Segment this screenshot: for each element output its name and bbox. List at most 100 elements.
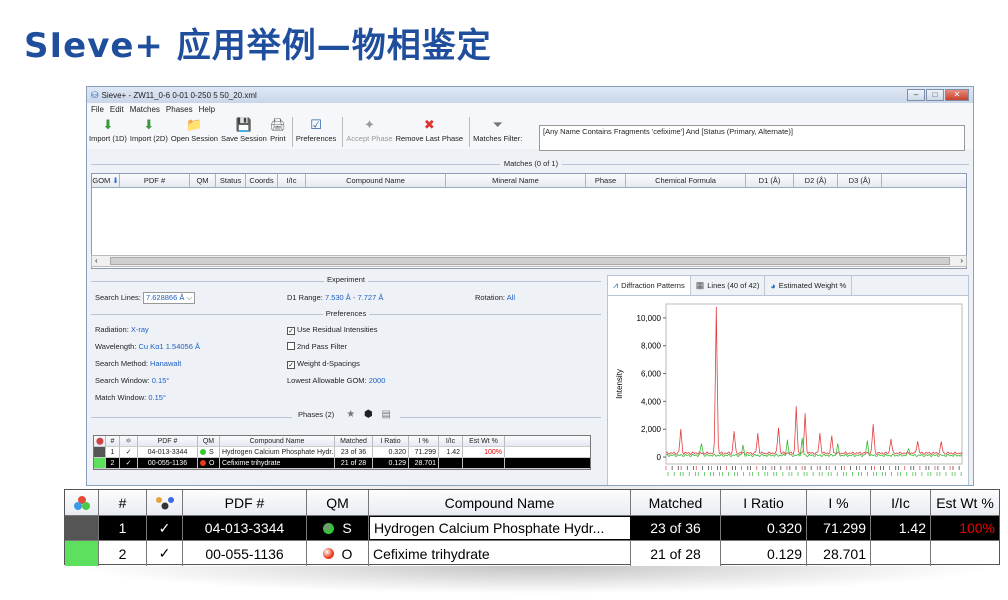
checkbox-unchecked-icon[interactable] (287, 342, 295, 350)
diffraction-icon: ⩘ (613, 280, 619, 290)
column-header[interactable]: Compound Name (306, 174, 446, 187)
scroll-right-icon[interactable]: › (960, 256, 963, 265)
filter-button[interactable]: ⏷ Matches Filter: (473, 117, 522, 143)
column-header[interactable]: Matched (631, 490, 721, 515)
check-icon[interactable]: ✓ (120, 458, 138, 468)
preferences-button[interactable]: ☑ Preferences (296, 117, 336, 143)
phases-table-zoomed[interactable]: # PDF # QM Compound Name Matched I Ratio I % I/… (64, 489, 1000, 566)
check-icon[interactable]: ✓ (120, 447, 138, 457)
column-header[interactable]: Compound Name (369, 490, 631, 515)
tab-diffraction[interactable]: ⩘ Diffraction Patterns (608, 276, 691, 295)
horizontal-scrollbar[interactable]: ‹ › (91, 255, 967, 267)
diffraction-chart: Intensity 10,000 8,000 6,000 4,000 2,000 0 (615, 303, 963, 476)
column-header[interactable]: Chemical Formula (626, 174, 746, 187)
column-header[interactable]: Status (216, 174, 246, 187)
column-header[interactable]: # (99, 490, 147, 515)
column-header[interactable]: PDF # (183, 490, 307, 515)
column-header[interactable]: I/Ic (278, 174, 306, 187)
column-header[interactable]: PDF # (120, 174, 190, 187)
table-row[interactable]: 2 ✓ 00-055-1136 O Cefixime trihydrate 21 of 2… (94, 458, 590, 469)
search-method-label: Search Method: (95, 359, 148, 368)
column-header[interactable]: Phase (586, 174, 626, 187)
import-1d-icon: ⬇ (102, 117, 114, 132)
scroll-thumb[interactable] (110, 257, 950, 265)
column-header[interactable]: QM (307, 490, 369, 515)
column-header[interactable]: I/Ic (871, 490, 931, 515)
column-header[interactable]: QM (198, 436, 220, 446)
column-header[interactable]: GOM ⬇ (92, 174, 120, 187)
menu-help[interactable]: Help (199, 105, 215, 114)
column-header[interactable]: I % (409, 436, 439, 446)
column-header[interactable]: Mineral Name (446, 174, 586, 187)
table-row[interactable]: 1 ✓ 04-013-3344 S Hydrogen Calcium Phosphate… (94, 447, 590, 458)
column-header[interactable]: QM (190, 174, 216, 187)
column-header[interactable]: Coords (246, 174, 278, 187)
menu-matches[interactable]: Matches (130, 105, 160, 114)
matches-table-header: GOM ⬇ PDF # QM Status Coords I/Ic Compound Name… (92, 174, 966, 188)
i-ic: 1.42 (871, 516, 931, 540)
weight-d-checkbox[interactable]: ✓ Weight d-Spacings (287, 359, 360, 369)
tab-grid[interactable]: ▦ Lines (40 of 42) (691, 276, 766, 295)
print-button[interactable]: 🖨 Print (270, 117, 287, 143)
search-method-field: Search Method: Hanawalt (95, 359, 181, 368)
folder-button[interactable]: 📁 Open Session (171, 117, 218, 143)
second-pass-checkbox[interactable]: 2nd Pass Filter (287, 342, 347, 351)
preferences-label: Preferences (322, 309, 370, 318)
use-residual-checkbox[interactable]: ✓ Use Residual Intensities (287, 325, 377, 335)
column-header[interactable]: Est Wt % (463, 436, 505, 446)
maximize-button[interactable]: □ (926, 89, 944, 101)
i-percent: 71.299 (409, 447, 439, 457)
matched-count: 21 of 28 (631, 541, 721, 566)
accept-phase-button[interactable]: ✦ Accept Phase (346, 117, 392, 143)
import-1d-button[interactable]: ⬇ Import (1D) (89, 117, 127, 143)
table-row[interactable]: 1 ✓ 04-013-3344 S Hydrogen Calcium Phosphate… (65, 516, 999, 541)
menu-edit[interactable]: Edit (110, 105, 124, 114)
molecule-icon (147, 490, 183, 515)
qm-dot-icon (200, 449, 206, 455)
phase-color-icon: ⬤ (94, 436, 106, 446)
y-tick-label: 6,000 (641, 370, 662, 379)
menu-file[interactable]: File (91, 105, 104, 114)
tab-pie[interactable]: ◕ Estimated Weight % (765, 276, 853, 295)
minimize-button[interactable]: – (907, 89, 925, 101)
experiment-panel: Experiment Search Lines: 7.628866 Å ⌵ D1… (91, 275, 601, 485)
rotation-label: Rotation: (475, 293, 506, 302)
check-icon[interactable]: ✓ (147, 516, 183, 540)
title-bar[interactable]: ⛁ Sieve+ - ZW11_0-6 0-01 0-250 5 50_20.x… (87, 87, 973, 103)
search-lines-field: Search Lines: 7.628866 Å ⌵ (95, 292, 196, 304)
qm-cell: S (198, 447, 220, 457)
column-header-label: Compound Name (346, 176, 405, 185)
column-header[interactable]: I Ratio (373, 436, 409, 446)
search-lines-select[interactable]: 7.628866 Å ⌵ (142, 292, 196, 304)
menu-phases[interactable]: Phases (166, 105, 193, 114)
import-2d-button[interactable]: ⬇ Import (2D) (130, 117, 168, 143)
column-header[interactable]: I % (807, 490, 871, 515)
column-header[interactable]: I/Ic (439, 436, 463, 446)
i-ic (439, 458, 463, 468)
column-header[interactable]: Est Wt % (931, 490, 999, 515)
table-row[interactable]: 2 ✓ 00-055-1136 O Cefixime trihydrate 21 of 2… (65, 541, 999, 566)
column-header[interactable]: D2 (Å) (794, 174, 838, 187)
column-header[interactable]: D1 (Å) (746, 174, 794, 187)
matches-filter-input[interactable]: [Any Name Contains Fragments 'cefixime']… (539, 125, 965, 151)
column-header[interactable]: Matched (335, 436, 373, 446)
column-header[interactable]: I Ratio (721, 490, 807, 515)
checkbox-checked-icon[interactable]: ✓ (287, 327, 295, 335)
document-icon[interactable]: ▤ (378, 409, 394, 420)
close-button[interactable]: ✕ (945, 89, 969, 101)
save-button[interactable]: 💾 Save Session (221, 117, 267, 143)
phases-table-small[interactable]: ⬤ # ⚛ PDF # QM Compound Name Matched I Ratio I %… (93, 435, 591, 470)
scroll-left-icon[interactable]: ‹ (95, 256, 98, 265)
remove-button[interactable]: ✖ Remove Last Phase (396, 117, 464, 143)
checkbox-checked-icon[interactable]: ✓ (287, 361, 295, 369)
column-header[interactable]: PDF # (138, 436, 198, 446)
lowest-gom-value: 2000 (368, 376, 386, 385)
column-header[interactable]: Compound Name (220, 436, 335, 446)
sort-down-icon[interactable]: ⬇ (112, 176, 118, 185)
column-header[interactable]: D3 (Å) (838, 174, 882, 187)
column-header[interactable]: # (106, 436, 120, 446)
match-window-label: Match Window: (95, 393, 147, 402)
hexagon-icon[interactable]: ⬢ (361, 409, 376, 420)
star-icon[interactable]: ★ (343, 409, 359, 420)
check-icon[interactable]: ✓ (147, 541, 183, 566)
